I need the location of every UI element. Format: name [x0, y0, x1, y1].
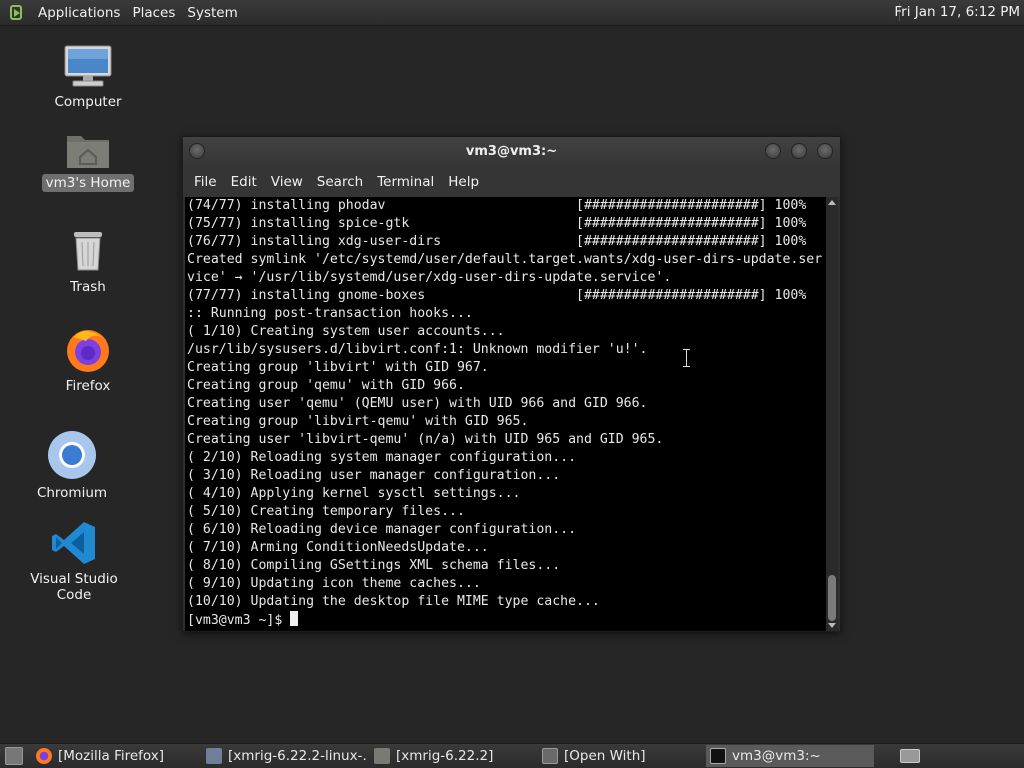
- vscode-icon: [51, 520, 97, 566]
- terminal-line: (74/77) installing phodav [#############…: [187, 198, 807, 213]
- terminal-lines: (74/77) installing phodav [#############…: [187, 197, 822, 629]
- terminal-line: (10/10) Updating the desktop file MIME t…: [187, 594, 600, 609]
- menu-search[interactable]: Search: [310, 174, 370, 190]
- terminal-line: Creating user 'qemu' (QEMU user) with UI…: [187, 396, 648, 411]
- terminal-line: ( 3/10) Reloading user manager configura…: [187, 468, 561, 483]
- terminal-window[interactable]: vm3@vm3:~ File Edit View Search Terminal…: [182, 136, 841, 632]
- terminal-output[interactable]: (74/77) installing phodav [#############…: [185, 197, 826, 631]
- terminal-line: :: Running post-transaction hooks...: [187, 306, 473, 321]
- window-title: vm3@vm3:~: [465, 144, 558, 159]
- taskbar-item-terminal[interactable]: vm3@vm3:~: [706, 745, 874, 767]
- terminal-line: Creating group 'libvirt' with GID 967.: [187, 360, 489, 375]
- terminal-line: Creating user 'libvirt-qemu' (n/a) with …: [187, 432, 664, 447]
- terminal-line: ( 2/10) Reloading system manager configu…: [187, 450, 577, 465]
- close-button[interactable]: [817, 143, 833, 159]
- window-titlebar[interactable]: vm3@vm3:~: [183, 137, 840, 167]
- workspace-icon: [900, 749, 920, 763]
- text-cursor-icon: [683, 349, 691, 367]
- taskbar-item-xmrig-archive[interactable]: [xmrig-6.22.2-linux-…: [202, 745, 368, 767]
- clock[interactable]: Fri Jan 17, 6:12 PM: [894, 4, 1020, 20]
- firefox-icon: [64, 325, 112, 373]
- terminal-line: (76/77) installing xdg-user-dirs [######…: [187, 234, 807, 249]
- terminal-line: ( 7/10) Arming ConditionNeedsUpdate...: [187, 540, 489, 555]
- menu-terminal[interactable]: Terminal: [370, 174, 441, 190]
- scrollbar-thumb[interactable]: [828, 575, 836, 621]
- taskbar-item-label: [xmrig-6.22.2]: [396, 748, 494, 764]
- desktop-icon-trash[interactable]: Trash: [33, 228, 143, 296]
- desktop-icon-label: vm3's Home: [41, 174, 135, 192]
- menu-system[interactable]: System: [181, 5, 243, 21]
- menu-view[interactable]: View: [264, 174, 310, 190]
- taskbar-item-xmrig-folder[interactable]: [xmrig-6.22.2]: [370, 745, 536, 767]
- prompt-text: [vm3@vm3 ~]$: [187, 613, 291, 628]
- terminal-line: (75/77) installing spice-gtk [##########…: [187, 216, 807, 231]
- terminal-line: Creating group 'libvirt-qemu' with GID 9…: [187, 414, 529, 429]
- folder-icon: [374, 748, 390, 764]
- home-folder-icon: [65, 128, 111, 170]
- desktop-icon-label: Firefox: [65, 378, 111, 394]
- terminal-prompt[interactable]: [vm3@vm3 ~]$: [187, 611, 822, 629]
- taskbar-item-label: [Mozilla Firefox]: [58, 748, 165, 764]
- computer-icon: [63, 45, 113, 89]
- bottom-panel: [Mozilla Firefox] [xmrig-6.22.2-linux-… …: [0, 743, 1024, 768]
- taskbar-item-label: [xmrig-6.22.2-linux-…: [228, 748, 368, 764]
- minimize-button[interactable]: [765, 143, 781, 159]
- terminal-line: ( 8/10) Compiling GSettings XML schema f…: [187, 558, 561, 573]
- taskbar-item-label: [Open With]: [564, 748, 646, 764]
- desktop-icon-label: Computer: [54, 94, 122, 110]
- chromium-icon: [47, 430, 97, 480]
- desktop-icon-label: Trash: [70, 279, 106, 295]
- desktop-icon-chromium[interactable]: Chromium: [17, 430, 127, 502]
- terminal-icon: [710, 748, 726, 764]
- menu-applications[interactable]: Applications: [32, 5, 126, 21]
- terminal-line: ( 5/10) Creating temporary files...: [187, 504, 465, 519]
- desktop-icon-computer[interactable]: Computer: [33, 45, 143, 111]
- terminal-line: Creating group 'qemu' with GID 966.: [187, 378, 465, 393]
- dialog-icon: [542, 748, 558, 764]
- taskbar-item-label: vm3@vm3:~: [732, 748, 821, 764]
- terminal-scrollbar[interactable]: [826, 197, 838, 631]
- terminal-line: ( 6/10) Reloading device manager configu…: [187, 522, 577, 537]
- taskbar-item-open-with[interactable]: [Open With]: [538, 745, 704, 767]
- maximize-button[interactable]: [791, 143, 807, 159]
- menu-help[interactable]: Help: [441, 174, 486, 190]
- terminal-cursor: [290, 611, 299, 626]
- menu-file[interactable]: File: [187, 174, 224, 190]
- trash-icon: [68, 228, 108, 274]
- desktop-icon-firefox[interactable]: Firefox: [33, 325, 143, 395]
- terminal-line: /usr/lib/sysusers.d/libvirt.conf:1: Unkn…: [187, 342, 648, 357]
- menu-edit[interactable]: Edit: [224, 174, 264, 190]
- terminal-line: Created symlink '/etc/systemd/user/defau…: [187, 252, 823, 267]
- terminal-line: ( 1/10) Creating system user accounts...: [187, 324, 505, 339]
- desktop-icon-label: Visual Studio Code: [30, 571, 118, 603]
- show-desktop-button[interactable]: [2, 745, 24, 767]
- firefox-icon: [36, 748, 52, 764]
- show-desktop-icon: [5, 747, 23, 765]
- desktop-icon-vscode[interactable]: Visual Studio Code: [19, 520, 129, 604]
- terminal-line: vice' → '/usr/lib/systemd/user/xdg-user-…: [187, 270, 672, 285]
- taskbar-item-firefox[interactable]: [Mozilla Firefox]: [32, 745, 194, 767]
- terminal-line: (77/77) installing gnome-boxes [########…: [187, 288, 807, 303]
- scroll-up-arrow-icon[interactable]: [828, 200, 836, 205]
- desktop-icon-label: Chromium: [36, 485, 108, 501]
- desktop-icon-home[interactable]: vm3's Home: [33, 128, 143, 192]
- workspace-switcher[interactable]: [898, 745, 922, 767]
- distro-logo-icon[interactable]: [8, 4, 26, 22]
- file-manager-icon: [206, 748, 222, 764]
- terminal-line: ( 4/10) Applying kernel sysctl settings.…: [187, 486, 521, 501]
- menu-places[interactable]: Places: [126, 5, 181, 21]
- top-panel: Applications Places System Fri Jan 17, 6…: [0, 0, 1024, 26]
- scroll-down-arrow-icon[interactable]: [828, 623, 836, 628]
- terminal-menubar: File Edit View Search Terminal Help: [183, 167, 840, 197]
- terminal-line: ( 9/10) Updating icon theme caches...: [187, 576, 481, 591]
